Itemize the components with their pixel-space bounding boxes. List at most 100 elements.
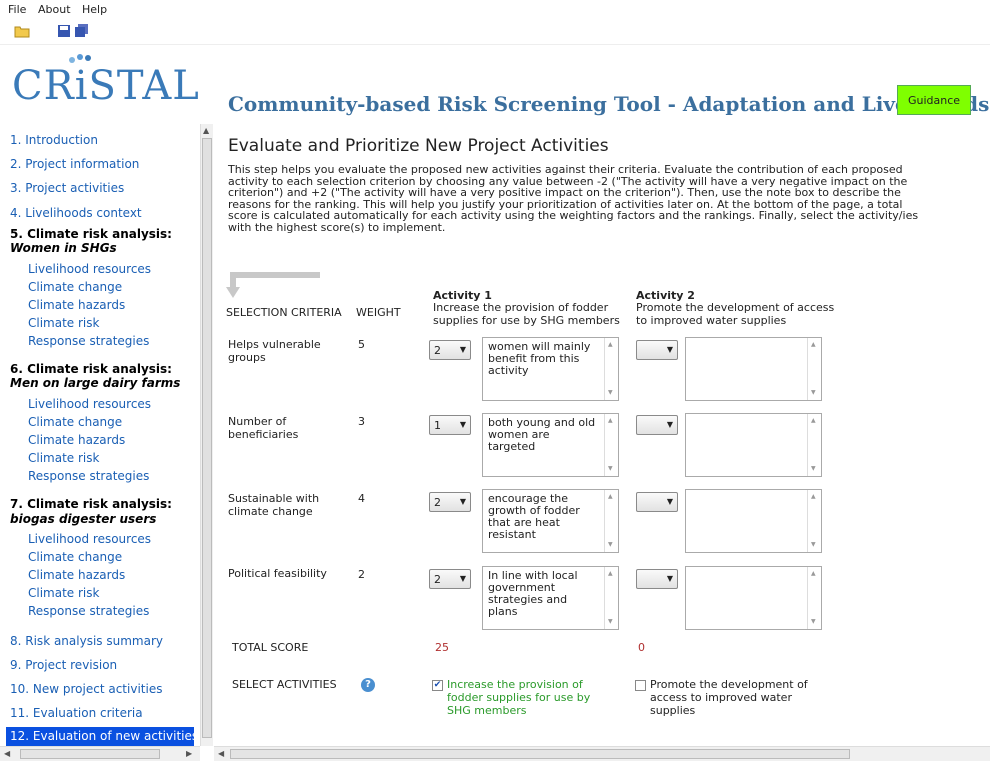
- sidebar-item-livelihoods-context[interactable]: 4. Livelihoods context: [10, 206, 142, 220]
- sidebar-item-climate-hazards[interactable]: Climate hazards: [28, 433, 125, 447]
- scroll-right-icon[interactable]: ▶: [186, 749, 192, 758]
- activity1-rank-select[interactable]: 2 ▼: [429, 340, 471, 360]
- chevron-down-icon: ▼: [459, 497, 466, 506]
- criterion-weight: 2: [358, 568, 365, 581]
- sidebar-item-climate-change[interactable]: Climate change: [28, 550, 122, 564]
- activity2-rank-select[interactable]: ▼: [636, 415, 678, 435]
- scroll-left-icon[interactable]: ◀: [4, 749, 10, 758]
- sidebar-nav: 1. Introduction 2. Project information 3…: [0, 124, 200, 746]
- sidebar-item-evaluation-new-activities[interactable]: 12. Evaluation of new activities: [6, 727, 198, 746]
- criterion-name: Helps vulnerable groups: [228, 338, 321, 364]
- menu-about[interactable]: About: [38, 3, 71, 16]
- criterion-weight: 5: [358, 338, 365, 351]
- open-folder-icon[interactable]: [14, 24, 30, 38]
- sidebar-item-response-strategies[interactable]: Response strategies: [28, 469, 149, 483]
- scroll-left-icon[interactable]: ◀: [218, 749, 224, 758]
- arrow-down-left-icon: [226, 272, 320, 298]
- activity2-total-score: 0: [638, 641, 645, 654]
- criterion-name: Number of beneficiaries: [228, 415, 299, 441]
- save-all-icon[interactable]: [74, 24, 90, 38]
- activity1-note[interactable]: women will mainly benefit from this acti…: [482, 337, 619, 401]
- sidebar-section-analysis-women[interactable]: 5. Climate risk analysis:: [10, 227, 172, 241]
- activity1-select-label: Increase the provision of fodder supplie…: [447, 678, 591, 717]
- activity1-note[interactable]: encourage the growth of fodder that are …: [482, 489, 619, 553]
- sidebar-scroll-thumb[interactable]: [202, 138, 212, 738]
- sidebar-item-livelihood-resources[interactable]: Livelihood resources: [28, 532, 151, 546]
- toolbar: [0, 20, 990, 45]
- sidebar-hscroll-thumb[interactable]: [20, 749, 160, 759]
- activity1-rank-select[interactable]: 2 ▼: [429, 569, 471, 589]
- chevron-down-icon: ▼: [666, 345, 673, 354]
- activity1-rank-select[interactable]: 2 ▼: [429, 492, 471, 512]
- sidebar-scrollbar[interactable]: ▲: [200, 124, 213, 746]
- menu-file[interactable]: File: [8, 3, 26, 16]
- col-selection-criteria: SELECTION CRITERIA: [226, 306, 342, 319]
- activity1-note[interactable]: both young and old women are targeted: [482, 413, 619, 477]
- cristal-logo: CRiSTAL: [12, 63, 200, 109]
- activity1-note[interactable]: In line with local government strategies…: [482, 566, 619, 630]
- sidebar-hscrollbar[interactable]: ◀ ▶: [0, 746, 200, 761]
- criterion-weight: 4: [358, 492, 365, 505]
- sidebar-item-climate-change[interactable]: Climate change: [28, 415, 122, 429]
- total-score-label: TOTAL SCORE: [232, 641, 309, 654]
- sidebar-group-women: Women in SHGs: [10, 241, 117, 255]
- col-weight: WEIGHT: [356, 306, 401, 319]
- sidebar-item-climate-risk[interactable]: Climate risk: [28, 316, 99, 330]
- sidebar-group-men: Men on large dairy farms: [10, 376, 181, 390]
- activity2-note[interactable]: [685, 566, 822, 630]
- activity2-rank-select[interactable]: ▼: [636, 340, 678, 360]
- sidebar-item-climate-hazards[interactable]: Climate hazards: [28, 568, 125, 582]
- sidebar-item-climate-risk[interactable]: Climate risk: [28, 451, 99, 465]
- activity2-note[interactable]: [685, 489, 822, 553]
- sidebar-section-analysis-men[interactable]: 6. Climate risk analysis:: [10, 362, 172, 376]
- chevron-down-icon: ▼: [459, 345, 466, 354]
- help-icon[interactable]: ?: [361, 678, 375, 692]
- chevron-down-icon: ▼: [459, 574, 466, 583]
- sidebar-item-project-activities[interactable]: 3. Project activities: [10, 181, 124, 195]
- sidebar-item-climate-risk[interactable]: Climate risk: [28, 586, 99, 600]
- sidebar-item-introduction[interactable]: 1. Introduction: [10, 133, 98, 147]
- criterion-name: Political feasibility: [228, 567, 327, 580]
- activity2-note[interactable]: [685, 337, 822, 401]
- main-hscroll-thumb[interactable]: [230, 749, 850, 759]
- activity1-rank-select[interactable]: 1 ▼: [429, 415, 471, 435]
- main-content: Evaluate and Prioritize New Project Acti…: [214, 124, 990, 746]
- activity2-select-checkbox[interactable]: [635, 680, 646, 691]
- main-hscrollbar[interactable]: ◀: [214, 746, 990, 761]
- activity2-rank-select[interactable]: ▼: [636, 569, 678, 589]
- sidebar-item-response-strategies[interactable]: Response strategies: [28, 604, 149, 618]
- chevron-down-icon: ▼: [666, 420, 673, 429]
- sidebar-item-climate-change[interactable]: Climate change: [28, 280, 122, 294]
- menu-bar: File About Help: [0, 0, 990, 20]
- sidebar-section-analysis-biogas[interactable]: 7. Climate risk analysis:: [10, 497, 172, 511]
- sidebar-item-evaluation-criteria[interactable]: 11. Evaluation criteria: [10, 706, 143, 720]
- activity1-select-checkbox[interactable]: ✔: [432, 680, 443, 691]
- activity1-total-score: 25: [435, 641, 449, 654]
- sidebar-group-biogas: biogas digester users: [10, 512, 157, 526]
- scroll-up-icon[interactable]: ▲: [203, 126, 209, 135]
- sidebar-item-livelihood-resources[interactable]: Livelihood resources: [28, 397, 151, 411]
- sidebar-item-livelihood-resources[interactable]: Livelihood resources: [28, 262, 151, 276]
- sidebar-item-response-strategies[interactable]: Response strategies: [28, 334, 149, 348]
- sidebar-item-climate-hazards[interactable]: Climate hazards: [28, 298, 125, 312]
- criterion-weight: 3: [358, 415, 365, 428]
- activity2-rank-select[interactable]: ▼: [636, 492, 678, 512]
- criterion-name: Sustainable with climate change: [228, 492, 320, 518]
- sidebar-item-project-revision[interactable]: 9. Project revision: [10, 658, 117, 672]
- chevron-down-icon: ▼: [666, 574, 673, 583]
- activity2-note[interactable]: [685, 413, 822, 477]
- app-title: Community-based Risk Screening Tool - Ad…: [228, 92, 990, 116]
- chevron-down-icon: ▼: [459, 420, 466, 429]
- page-title: Evaluate and Prioritize New Project Acti…: [228, 136, 609, 156]
- chevron-down-icon: ▼: [666, 497, 673, 506]
- sidebar-item-new-project-activities[interactable]: 10. New project activities: [10, 682, 162, 696]
- activity2-select-label: Promote the development of access to imp…: [650, 678, 808, 717]
- menu-help[interactable]: Help: [82, 3, 107, 16]
- activity2-description: Promote the development of access to imp…: [636, 301, 835, 327]
- guidance-button[interactable]: Guidance: [897, 85, 971, 115]
- sidebar-item-project-information[interactable]: 2. Project information: [10, 157, 139, 171]
- sidebar-item-risk-analysis-summary[interactable]: 8. Risk analysis summary: [10, 634, 163, 648]
- intro-text: This step helps you evaluate the propose…: [228, 163, 919, 234]
- app-header: CRiSTAL Community-based Risk Screening T…: [0, 45, 990, 122]
- save-icon[interactable]: [56, 24, 72, 38]
